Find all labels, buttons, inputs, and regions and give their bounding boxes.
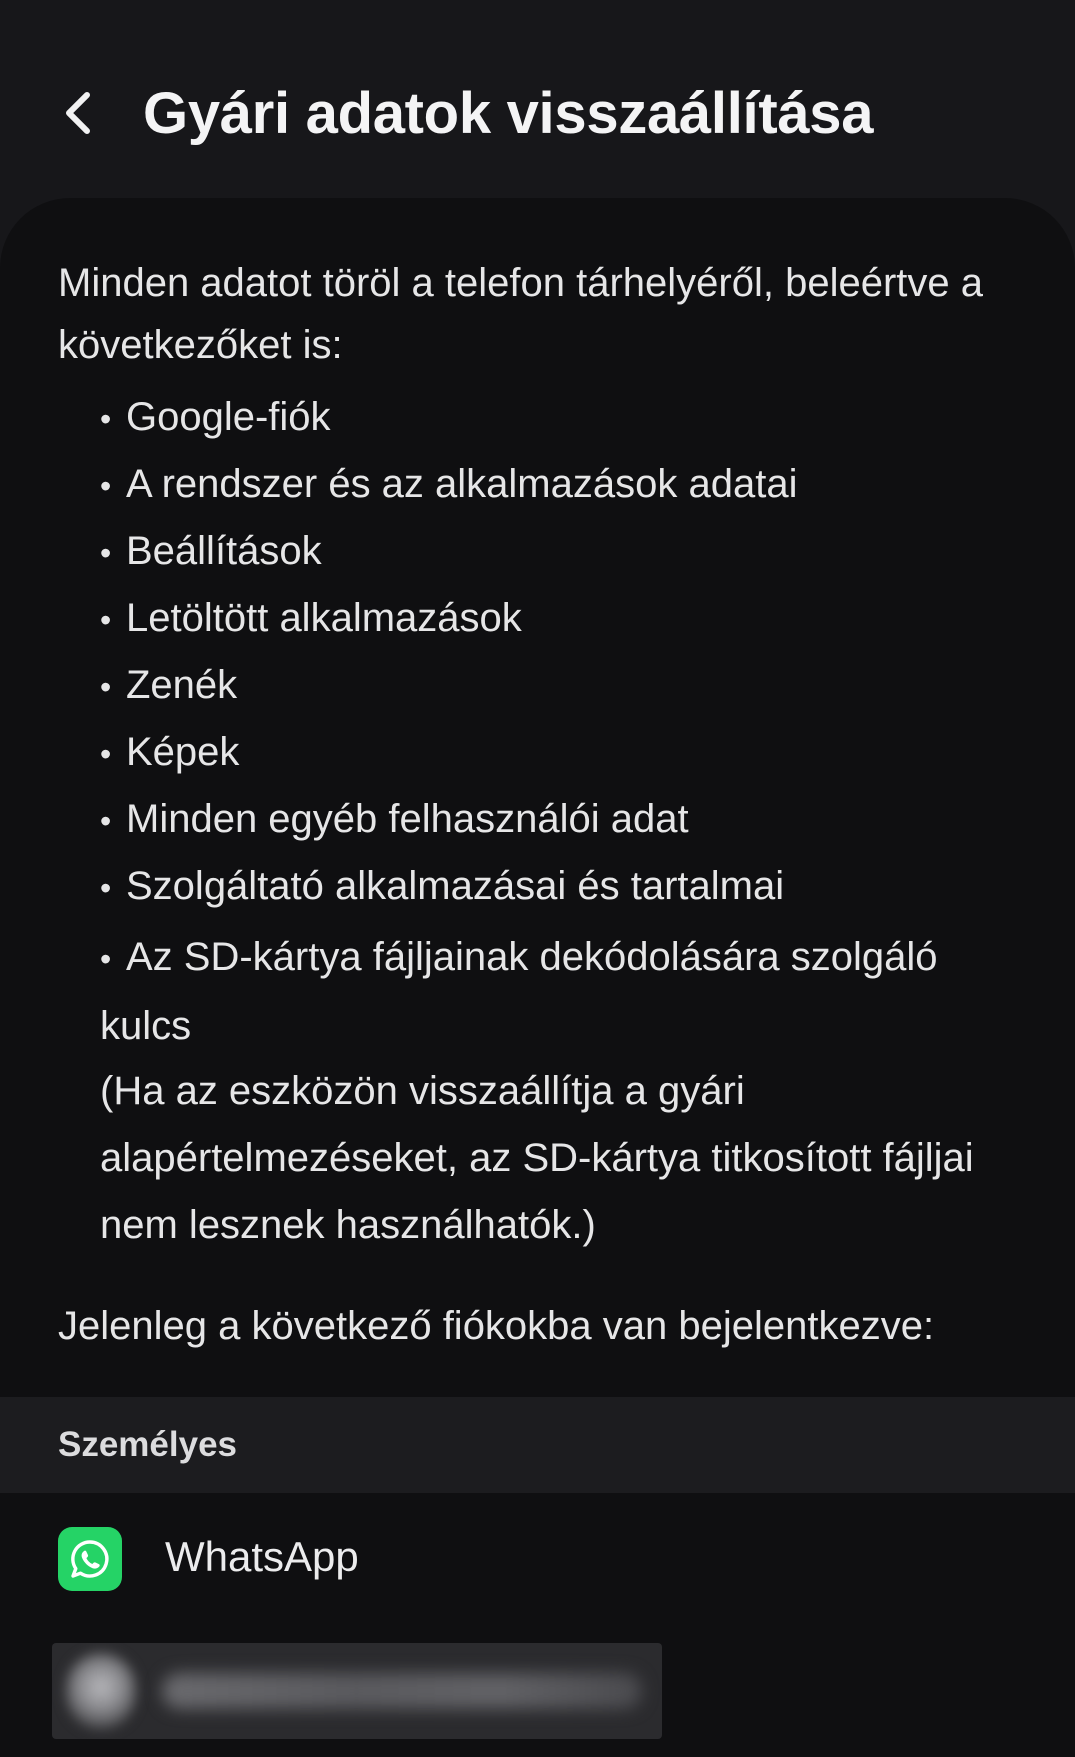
list-item: • Google-fiók xyxy=(100,395,331,439)
list-item-label: A rendszer és az alkalmazások adatai xyxy=(126,462,798,506)
accounts-intro: Jelenleg a következő fiókokba van bejele… xyxy=(58,1304,935,1348)
list-item-label: Az SD-kártya fájljainak dekódolására szo… xyxy=(100,935,938,1048)
list-item-label: Letöltött alkalmazások xyxy=(126,596,522,640)
redacted-account-name xyxy=(162,1673,642,1709)
page-title: Gyári adatok visszaállítása xyxy=(143,81,874,146)
list-item: • Beállítások xyxy=(100,529,322,573)
list-item: • A rendszer és az alkalmazások adatai xyxy=(100,462,798,506)
chevron-left-icon xyxy=(66,92,90,134)
deleted-data-list: • Google-fiók • A rendszer és az alkalmazá… xyxy=(100,384,1020,920)
section-header-personal: Személyes xyxy=(0,1397,1075,1493)
section-title: Személyes xyxy=(58,1425,238,1464)
app-bar: Gyári adatok visszaállítása xyxy=(0,0,1075,200)
back-button[interactable] xyxy=(50,78,106,148)
list-item-label: Minden egyéb felhasználói adat xyxy=(126,797,689,841)
list-item-sd-key: • Az SD-kártya fájljainak dekódolására sz… xyxy=(100,935,938,1048)
list-item-label: Google-fiók xyxy=(126,395,331,439)
list-item-label: Képek xyxy=(126,730,240,774)
redacted-account-row xyxy=(52,1643,662,1739)
account-row-whatsapp: WhatsApp xyxy=(0,1493,1075,1628)
avatar xyxy=(66,1653,136,1729)
account-name: WhatsApp xyxy=(165,1533,359,1580)
intro-text: Minden adatot töröl a telefon tárhelyérő… xyxy=(58,261,984,367)
list-item-label: Beállítások xyxy=(126,529,322,573)
accounts-list: WhatsApp xyxy=(0,1493,1075,1757)
list-item: • Szolgáltató alkalmazásai és tartalmai xyxy=(100,864,785,908)
list-item-label: Zenék xyxy=(126,663,238,707)
list-item: • Letöltött alkalmazások xyxy=(100,596,522,640)
list-item-label: Szolgáltató alkalmazásai és tartalmai xyxy=(126,864,785,908)
list-item: • Zenék xyxy=(100,663,238,707)
list-item: • Képek xyxy=(100,730,240,774)
list-item: • Minden egyéb felhasználói adat xyxy=(100,797,689,841)
whatsapp-icon xyxy=(58,1527,122,1591)
sd-card-note: (Ha az eszközön visszaállítja a gyári al… xyxy=(100,1069,974,1247)
